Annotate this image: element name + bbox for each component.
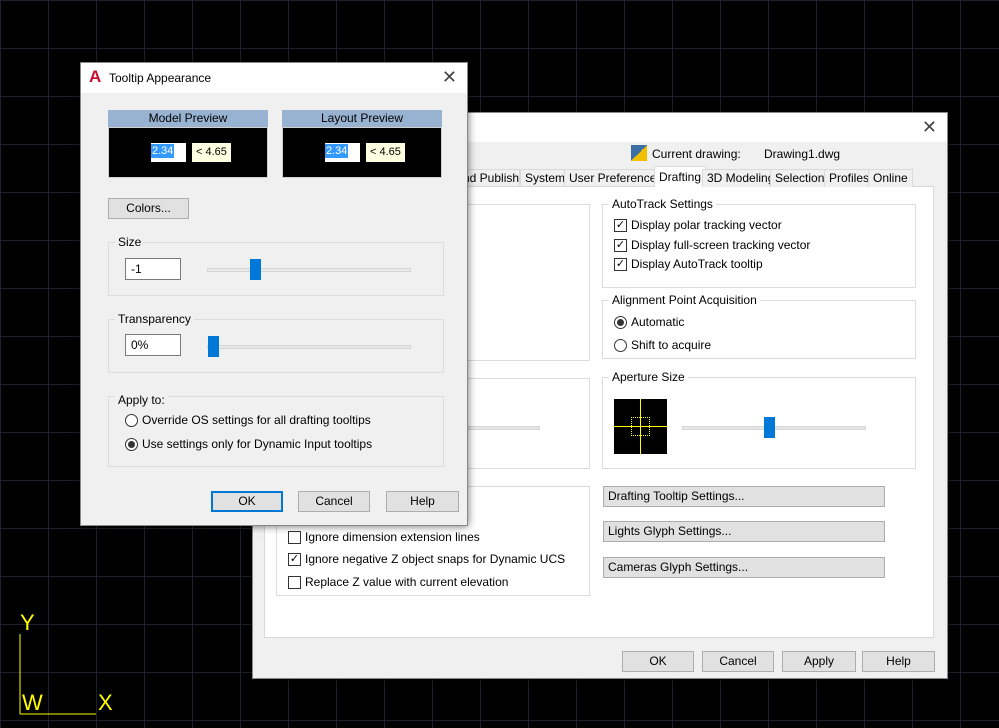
help-button[interactable]: Help	[862, 651, 935, 672]
checkbox-label: Display full-screen tracking vector	[631, 238, 811, 252]
cameras-glyph-settings-button[interactable]: Cameras Glyph Settings...	[603, 557, 885, 578]
help-button[interactable]: Help	[386, 491, 459, 512]
tab-user-preferences[interactable]: User Preferences	[564, 169, 668, 187]
display-polar-tracking-vector[interactable]: ✓ Display polar tracking vector	[614, 218, 782, 232]
transparency-slider-track[interactable]	[207, 345, 411, 349]
lights-glyph-settings-button[interactable]: Lights Glyph Settings...	[603, 521, 885, 542]
ok-button[interactable]: OK	[211, 491, 283, 512]
checkbox-label: Display polar tracking vector	[631, 218, 782, 232]
size-slider-thumb[interactable]	[250, 259, 261, 280]
apply-to-group: Apply to:	[108, 393, 444, 467]
aperture-slider-thumb[interactable]	[764, 417, 775, 438]
size-slider-track[interactable]	[207, 268, 411, 272]
checkbox-checked[interactable]: ✓	[614, 218, 627, 232]
preview-tooltip: < 4.65	[192, 143, 231, 162]
current-drawing-value: Drawing1.dwg	[764, 147, 841, 161]
radio-label: Override OS settings for all drafting to…	[142, 413, 371, 427]
drafting-tooltip-settings-button[interactable]: Drafting Tooltip Settings...	[603, 486, 885, 507]
replace-z-value[interactable]: Replace Z value with current elevation	[288, 575, 508, 589]
size-input[interactable]: -1	[125, 258, 181, 280]
radio-selected[interactable]	[614, 315, 627, 329]
checkbox[interactable]	[288, 575, 301, 589]
tab-selection[interactable]: Selection	[770, 169, 830, 187]
preview-tooltip: < 4.65	[366, 143, 405, 162]
group-title: Transparency	[115, 312, 194, 326]
radio-label: Shift to acquire	[631, 338, 712, 352]
transparency-input[interactable]: 0%	[125, 334, 181, 356]
ignore-negative-z-snaps[interactable]: ✓ Ignore negative Z object snaps for Dyna…	[288, 552, 565, 566]
checkbox-label: Replace Z value with current elevation	[305, 575, 509, 589]
checkbox-label: Ignore dimension extension lines	[305, 530, 480, 544]
close-icon[interactable]: ✕	[442, 67, 457, 88]
cancel-button[interactable]: Cancel	[298, 491, 370, 512]
checkbox-checked[interactable]: ✓	[614, 238, 627, 252]
aperture-preview	[614, 399, 667, 454]
group-title: Apply to:	[115, 393, 168, 407]
display-autotrack-tooltip[interactable]: ✓ Display AutoTrack tooltip	[614, 257, 763, 271]
cancel-button[interactable]: Cancel	[702, 651, 774, 672]
group-title: Size	[115, 235, 145, 249]
radio-label: Use settings only for Dynamic Input tool…	[142, 437, 373, 451]
group-title: AutoTrack Settings	[609, 197, 716, 211]
preview-input: 2.34	[151, 143, 186, 162]
colors-button[interactable]: Colors...	[108, 198, 189, 219]
tab-drafting[interactable]: Drafting	[654, 166, 707, 187]
radio-override-os-settings[interactable]: Override OS settings for all drafting to…	[125, 413, 371, 427]
tab-3d-modeling[interactable]: 3D Modeling	[702, 169, 780, 187]
current-drawing-label: Current drawing:	[652, 147, 741, 161]
ucs-y-label: Y	[20, 610, 35, 635]
ignore-dimension-extension-lines[interactable]: Ignore dimension extension lines	[288, 530, 480, 544]
radio-label: Automatic	[631, 315, 685, 329]
model-preview-header: Model Preview	[108, 110, 268, 127]
ok-button[interactable]: OK	[622, 651, 694, 672]
autocad-logo-icon: A	[89, 67, 102, 86]
tab-system[interactable]: System	[520, 169, 571, 187]
display-full-screen-tracking-vector[interactable]: ✓ Display full-screen tracking vector	[614, 238, 810, 252]
tab-profiles[interactable]: Profiles	[824, 169, 875, 187]
radio-automatic[interactable]: Automatic	[614, 315, 684, 329]
radio[interactable]	[614, 338, 627, 352]
ucs-w-label: W	[22, 690, 43, 715]
radio-shift-to-acquire[interactable]: Shift to acquire	[614, 338, 711, 352]
transparency-slider-thumb[interactable]	[208, 336, 219, 357]
checkbox[interactable]	[288, 530, 301, 544]
layout-preview: 2.34 < 4.65	[282, 127, 442, 178]
ucs-icon: Y W X	[16, 610, 126, 720]
tooltip-appearance-dialog: A Tooltip Appearance ✕ Model Preview 2.3…	[80, 62, 468, 526]
checkbox-checked[interactable]: ✓	[288, 552, 301, 566]
group-title: Alignment Point Acquisition	[609, 293, 760, 307]
tab-online[interactable]: Online	[868, 169, 913, 187]
drawing-icon	[631, 145, 647, 161]
radio-dynamic-input-only[interactable]: Use settings only for Dynamic Input tool…	[125, 437, 372, 451]
dialog-title: Tooltip Appearance	[109, 71, 212, 85]
model-preview: 2.34 < 4.65	[108, 127, 268, 178]
ucs-x-label: X	[98, 690, 113, 715]
apply-button[interactable]: Apply	[782, 651, 856, 672]
layout-preview-header: Layout Preview	[282, 110, 442, 127]
preview-input: 2.34	[325, 143, 360, 162]
radio[interactable]	[125, 413, 138, 427]
group-title: Aperture Size	[609, 370, 688, 384]
close-icon[interactable]: ✕	[922, 117, 937, 138]
checkbox-label: Display AutoTrack tooltip	[631, 257, 763, 271]
checkbox-checked[interactable]: ✓	[614, 257, 627, 271]
checkbox-label: Ignore negative Z object snaps for Dynam…	[305, 552, 566, 566]
radio-selected[interactable]	[125, 437, 138, 451]
